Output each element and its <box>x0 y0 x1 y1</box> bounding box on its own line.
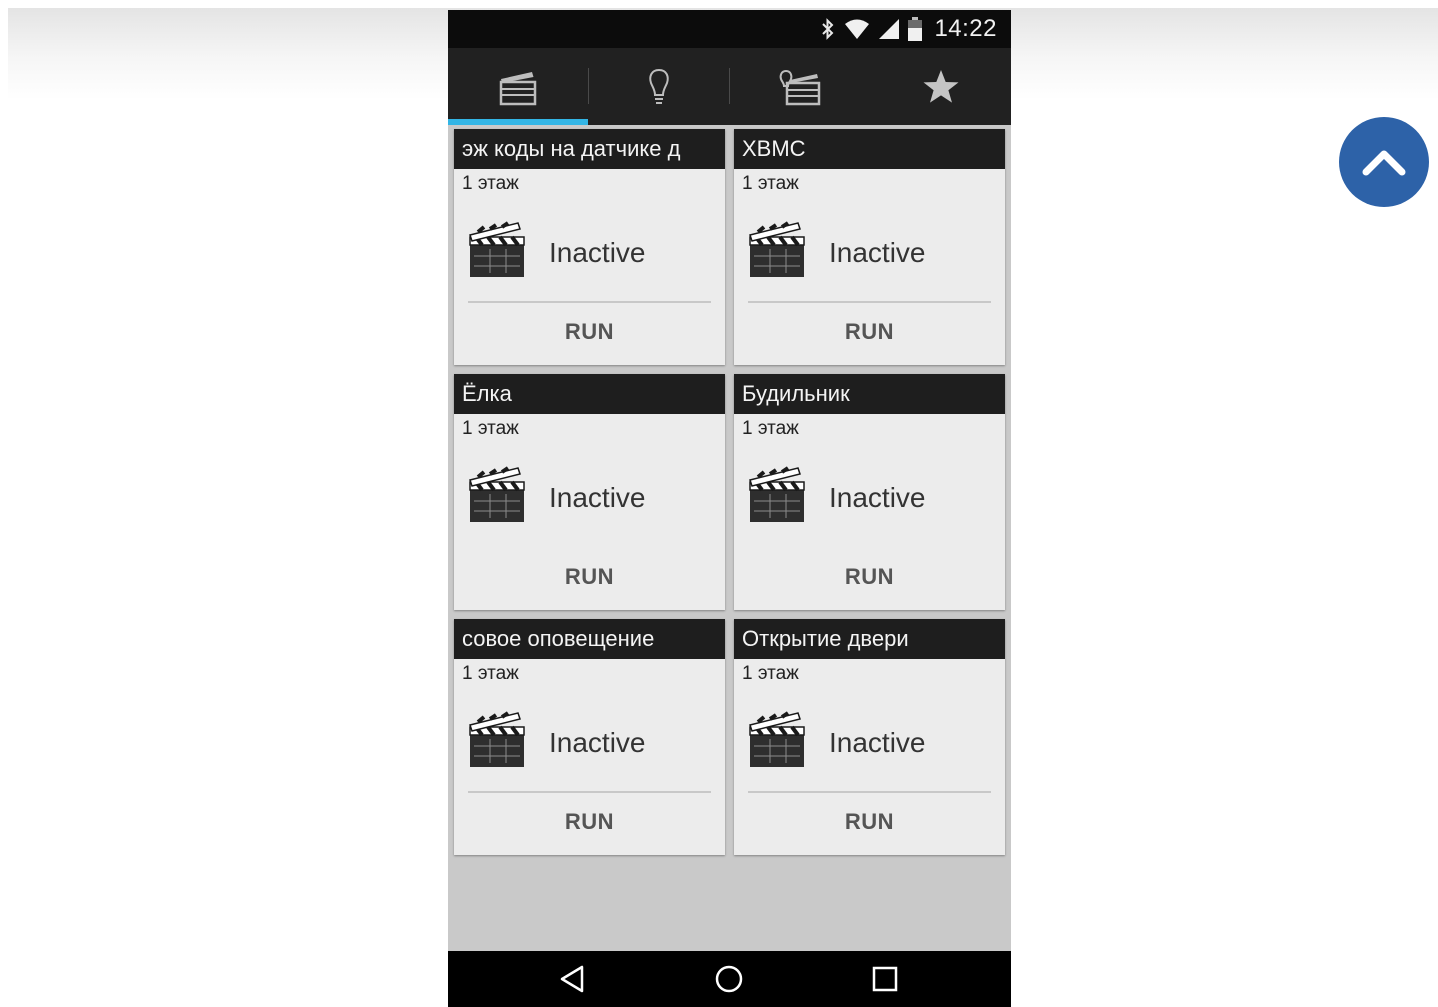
scene-title: Ёлка <box>454 374 725 414</box>
status-time: 14:22 <box>934 15 997 42</box>
tab-favorites[interactable] <box>871 48 1011 125</box>
scene-state: Inactive <box>549 482 646 513</box>
scene-card: XBMC 1 этаж Inactive RUN <box>734 129 1005 365</box>
recents-button[interactable] <box>845 951 925 1007</box>
scene-floor: 1 этаж <box>742 663 799 684</box>
chevron-up-icon <box>1362 150 1406 176</box>
card-divider <box>748 301 991 303</box>
back-icon <box>560 965 584 993</box>
run-button[interactable]: RUN <box>734 564 1005 590</box>
scene-floor: 1 этаж <box>462 663 519 684</box>
scene-title: XBMC <box>734 129 1005 169</box>
scene-floor: 1 этаж <box>462 418 519 439</box>
clapperboard-icon <box>749 466 805 522</box>
scene-title: эж коды на датчике д <box>454 129 725 169</box>
run-button[interactable]: RUN <box>454 319 725 345</box>
scene-card: Будильник 1 этаж Inactive RUN <box>734 374 1005 610</box>
scene-card: эж коды на датчике д 1 этаж Inactive RUN <box>454 129 725 365</box>
scene-state: Inactive <box>829 727 926 758</box>
tab-scenes-lights[interactable] <box>730 48 870 125</box>
card-divider <box>468 301 711 303</box>
home-button[interactable] <box>689 951 769 1007</box>
scene-floor: 1 этаж <box>742 173 799 194</box>
scene-floor: 1 этаж <box>462 173 519 194</box>
phone-screen: 14:22 эж коды на датчике д 1 этаж Inacti… <box>448 10 1011 1007</box>
scene-state: Inactive <box>829 482 926 513</box>
navigation-bar <box>448 951 1011 1007</box>
run-button[interactable]: RUN <box>734 809 1005 835</box>
scene-card: Ёлка 1 этаж Inactive RUN <box>454 374 725 610</box>
clapperboard-icon <box>469 711 525 767</box>
scene-state: Inactive <box>549 727 646 758</box>
card-divider <box>468 791 711 793</box>
clapperboard-icon <box>469 466 525 522</box>
run-button[interactable]: RUN <box>454 564 725 590</box>
scene-state: Inactive <box>549 237 646 268</box>
scene-title: Будильник <box>734 374 1005 414</box>
wifi-icon <box>845 19 870 39</box>
scene-card: совое оповещение 1 этаж Inactive RUN <box>454 619 725 855</box>
clapperboard-icon <box>499 71 537 105</box>
scene-title: совое оповещение <box>454 619 725 659</box>
scene-card: Открытие двери 1 этаж Inactive RUN <box>734 619 1005 855</box>
scroll-to-top-button[interactable] <box>1339 117 1429 207</box>
status-bar: 14:22 <box>448 10 1011 48</box>
status-icons: 14:22 <box>820 10 997 48</box>
card-divider <box>748 791 991 793</box>
scene-floor: 1 этаж <box>742 418 799 439</box>
scene-title: Открытие двери <box>734 619 1005 659</box>
home-icon <box>715 965 743 993</box>
clapperboard-with-bulb-icon <box>779 69 821 105</box>
recents-icon <box>872 966 898 992</box>
lightbulb-icon <box>649 68 669 104</box>
run-button[interactable]: RUN <box>454 809 725 835</box>
cellular-signal-icon <box>879 19 900 39</box>
bluetooth-icon <box>822 18 834 40</box>
run-button[interactable]: RUN <box>734 319 1005 345</box>
clapperboard-icon <box>749 711 805 767</box>
card-divider <box>748 546 991 548</box>
back-button[interactable] <box>533 951 613 1007</box>
star-icon <box>923 69 959 103</box>
battery-icon <box>908 17 923 41</box>
scenes-grid: эж коды на датчике д 1 этаж Inactive RUN… <box>448 125 1011 951</box>
clapperboard-icon <box>749 221 805 277</box>
tab-bar <box>448 48 1011 125</box>
tab-lights[interactable] <box>589 48 729 125</box>
tab-scenes[interactable] <box>448 48 588 125</box>
clapperboard-icon <box>469 221 525 277</box>
scene-state: Inactive <box>829 237 926 268</box>
card-divider <box>468 546 711 548</box>
